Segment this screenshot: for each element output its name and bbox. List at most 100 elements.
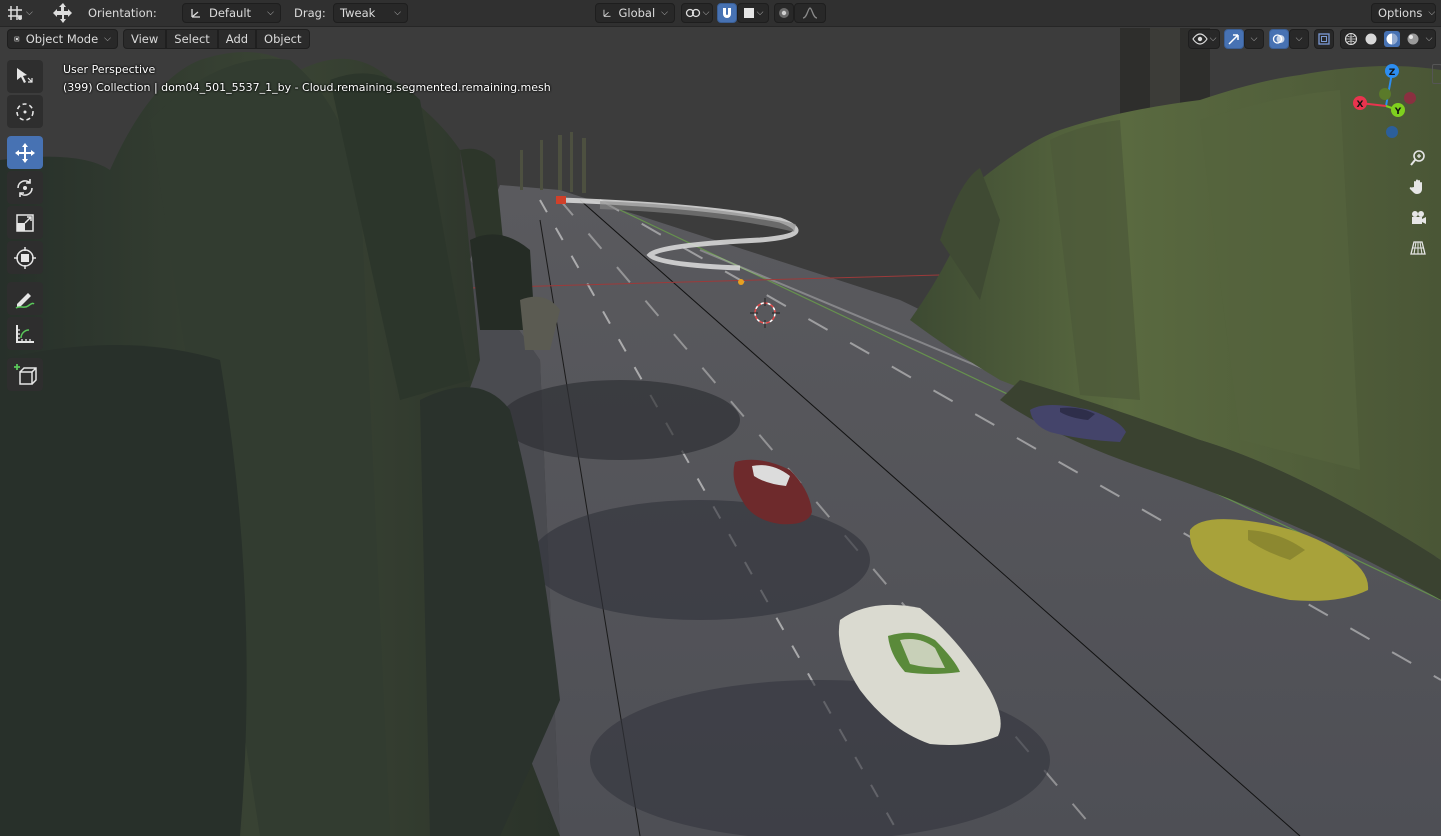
global-axes-icon [603, 9, 611, 17]
rotate-icon [17, 178, 33, 197]
zoom-icon [1410, 150, 1425, 166]
axis-gizmo-icon: Z X Y [1353, 64, 1416, 138]
hand-icon [1409, 179, 1422, 194]
pivot-link-icon [685, 8, 700, 18]
add-menu[interactable]: Add [217, 29, 257, 49]
wireframe-shading-icon[interactable] [1344, 32, 1358, 46]
sidebar-toggle[interactable] [1432, 64, 1441, 84]
eye-icon [1191, 33, 1208, 45]
transform-orientation-dropdown[interactable]: Global ⌵ [595, 3, 675, 23]
select-box-tool[interactable] [7, 60, 43, 93]
object-menu[interactable]: Object [256, 29, 310, 49]
grid-perspective-icon [1410, 241, 1426, 255]
proportional-falloff-dropdown[interactable] [794, 3, 826, 23]
proportional-edit-icon [779, 8, 789, 18]
snap-increment-icon [743, 8, 754, 18]
drag-label: Drag: [294, 6, 326, 20]
chevron-down-icon: ⌵ [756, 8, 764, 18]
measure-tool[interactable] [7, 317, 43, 350]
transform-orientation-value: Global [618, 6, 656, 20]
perspective-toggle-button[interactable] [1404, 234, 1432, 262]
shading-mode-group: ⌵ [1340, 29, 1436, 49]
move-tool[interactable] [7, 136, 43, 169]
orientation-axes-icon [191, 9, 200, 18]
overlays-dropdown[interactable]: ⌵ [1289, 29, 1309, 49]
options-dropdown[interactable]: Options ⌵ [1371, 3, 1436, 23]
snap-toggle[interactable] [717, 3, 737, 23]
camera-view-button[interactable] [1404, 204, 1432, 232]
material-preview-shading-icon[interactable] [1383, 31, 1400, 47]
pivot-point-dropdown[interactable]: ⌵ [681, 3, 713, 23]
add-cube-icon [14, 363, 37, 385]
solid-shading-icon[interactable] [1364, 32, 1378, 46]
move-tool-indicator[interactable] [50, 3, 76, 23]
workspace-tool-settings[interactable]: ⌵ [6, 3, 40, 23]
orientation-value: Default [209, 6, 252, 20]
viewport-menus: View Select Add Object [123, 29, 310, 49]
chevron-down-icon: ⌵ [1295, 34, 1303, 44]
3d-viewport[interactable] [0, 0, 1441, 836]
annotate-tool[interactable] [7, 282, 43, 315]
tool-shelf [7, 60, 47, 391]
orientation-dropdown[interactable]: Default ⌵ [182, 3, 281, 23]
gizmo-y-label: Y [1394, 107, 1402, 117]
mode-dropdown[interactable]: Object Mode ⌵ [7, 29, 118, 49]
chevron-down-icon: ⌵ [1250, 34, 1258, 44]
scale-icon [16, 213, 34, 232]
magnet-icon [723, 8, 731, 18]
proportional-editing-toggle[interactable] [774, 3, 794, 23]
xray-icon [1318, 33, 1330, 45]
chevron-down-icon: ⌵ [394, 8, 401, 18]
select-box-icon [17, 67, 33, 83]
viewport-header: Object Mode ⌵ View Select Add Object ⌵ ⌵… [0, 26, 1441, 52]
select-menu[interactable]: Select [166, 29, 218, 49]
hash-transform-icon [8, 6, 22, 20]
xray-toggle[interactable] [1314, 29, 1334, 49]
gizmo-dropdown[interactable]: ⌵ [1244, 29, 1264, 49]
mode-value: Object Mode [25, 32, 99, 46]
gizmo-x-label: X [1357, 100, 1364, 110]
chevron-down-icon: ⌵ [661, 8, 668, 18]
viewport-scene[interactable] [0, 0, 1441, 836]
chevron-down-icon: ⌵ [1209, 34, 1217, 44]
view-name-text: User Perspective [63, 63, 156, 76]
snap-target-dropdown[interactable]: ⌵ [737, 3, 769, 23]
cursor-icon [16, 102, 34, 121]
chevron-down-icon: ⌵ [104, 34, 111, 44]
chevron-down-icon: ⌵ [26, 8, 33, 18]
measure-icon [16, 324, 34, 343]
move-icon [53, 3, 72, 23]
chevron-down-icon: ⌵ [267, 8, 274, 18]
view-menu[interactable]: View [123, 29, 167, 49]
transform-tool[interactable] [7, 241, 43, 274]
chevron-down-icon: ⌵ [702, 8, 710, 18]
gizmo-toggle[interactable] [1224, 29, 1244, 49]
overlays-toggle[interactable] [1269, 29, 1289, 49]
rotate-tool[interactable] [7, 171, 43, 204]
falloff-curve-icon [802, 7, 818, 19]
annotate-icon [15, 292, 35, 309]
add-cube-tool[interactable] [7, 358, 43, 391]
tool-header: ⌵ Orientation: Default ⌵ Drag: Tweak ⌵ G… [0, 0, 1441, 27]
drag-dropdown[interactable]: Tweak ⌵ [333, 3, 408, 23]
options-label: Options [1378, 6, 1423, 20]
collection-info-text: (399) Collection | dom04_501_5537_1_by -… [63, 81, 551, 94]
navigation-gizmo[interactable]: Z X Y [1348, 60, 1436, 148]
visibility-dropdown[interactable]: ⌵ [1188, 29, 1220, 49]
scale-tool[interactable] [7, 206, 43, 239]
chevron-down-icon: ⌵ [1425, 34, 1433, 44]
gizmo-z-label: Z [1389, 68, 1396, 78]
drag-value: Tweak [340, 6, 376, 20]
gizmo-arrow-icon [1228, 34, 1239, 45]
object-mode-icon [14, 36, 20, 42]
orientation-label: Orientation: [88, 6, 157, 20]
cursor-tool[interactable] [7, 95, 43, 128]
transform-icon [14, 246, 36, 269]
move-icon [15, 142, 35, 163]
viewport-info-overlay: User Perspective (399) Collection | dom0… [63, 61, 551, 97]
overlays-icon [1272, 34, 1285, 44]
camera-icon [1412, 211, 1426, 224]
rendered-shading-icon[interactable] [1406, 32, 1420, 46]
pan-button[interactable] [1404, 173, 1432, 201]
zoom-button[interactable] [1404, 144, 1432, 172]
